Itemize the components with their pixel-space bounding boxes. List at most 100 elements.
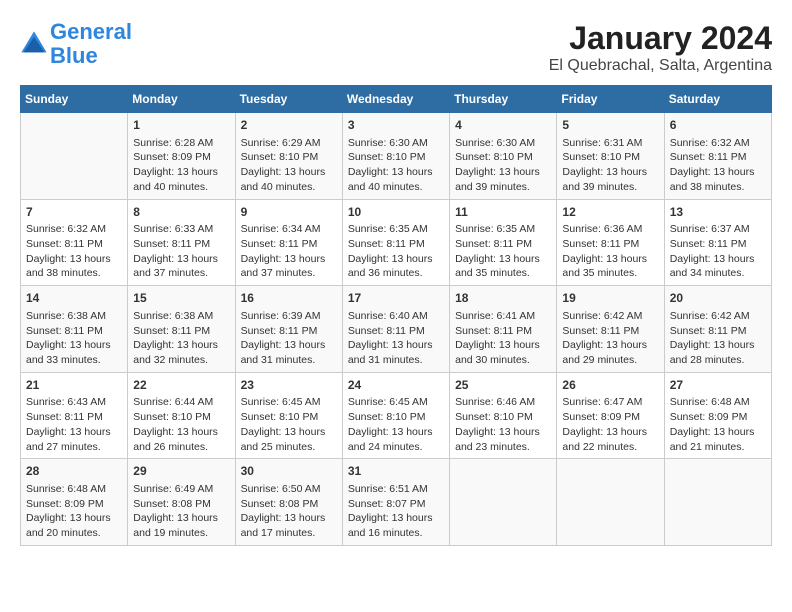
day-number: 8 (133, 204, 229, 221)
title-block: January 2024 El Quebrachal, Salta, Argen… (549, 20, 772, 75)
calendar-week-row: 1 Sunrise: 6:28 AM Sunset: 8:09 PM Daylig… (21, 113, 772, 200)
calendar-cell (557, 459, 664, 546)
day-number: 14 (26, 290, 122, 307)
calendar-body: 1 Sunrise: 6:28 AM Sunset: 8:09 PM Daylig… (21, 113, 772, 546)
calendar-cell: 20 Sunrise: 6:42 AM Sunset: 8:11 PM Dayli… (664, 286, 771, 373)
day-info: Sunrise: 6:51 AM Sunset: 8:07 PM Dayligh… (348, 482, 444, 541)
day-info: Sunrise: 6:29 AM Sunset: 8:10 PM Dayligh… (241, 136, 337, 195)
day-info: Sunrise: 6:46 AM Sunset: 8:10 PM Dayligh… (455, 395, 551, 454)
day-info: Sunrise: 6:32 AM Sunset: 8:11 PM Dayligh… (26, 222, 122, 281)
day-info: Sunrise: 6:32 AM Sunset: 8:11 PM Dayligh… (670, 136, 766, 195)
day-info: Sunrise: 6:35 AM Sunset: 8:11 PM Dayligh… (455, 222, 551, 281)
logo: General Blue (20, 20, 132, 68)
weekday-header: Friday (557, 86, 664, 113)
day-info: Sunrise: 6:47 AM Sunset: 8:09 PM Dayligh… (562, 395, 658, 454)
day-info: Sunrise: 6:40 AM Sunset: 8:11 PM Dayligh… (348, 309, 444, 368)
calendar-cell: 10Sunrise: 6:35 AM Sunset: 8:11 PM Dayli… (342, 199, 449, 286)
day-info: Sunrise: 6:45 AM Sunset: 8:10 PM Dayligh… (241, 395, 337, 454)
day-info: Sunrise: 6:48 AM Sunset: 8:09 PM Dayligh… (26, 482, 122, 541)
calendar-cell: 7Sunrise: 6:32 AM Sunset: 8:11 PM Daylig… (21, 199, 128, 286)
calendar-cell: 12Sunrise: 6:36 AM Sunset: 8:11 PM Dayli… (557, 199, 664, 286)
calendar-cell: 31Sunrise: 6:51 AM Sunset: 8:07 PM Dayli… (342, 459, 449, 546)
calendar-table: SundayMondayTuesdayWednesdayThursdayFrid… (20, 85, 772, 546)
calendar-cell: 15 Sunrise: 6:38 AM Sunset: 8:11 PM Dayli… (128, 286, 235, 373)
day-info: Sunrise: 6:38 AM Sunset: 8:11 PM Dayligh… (26, 309, 122, 368)
day-number: 7 (26, 204, 122, 221)
calendar-cell: 29Sunrise: 6:49 AM Sunset: 8:08 PM Dayli… (128, 459, 235, 546)
calendar-cell: 11Sunrise: 6:35 AM Sunset: 8:11 PM Dayli… (450, 199, 557, 286)
day-number: 2 (241, 117, 337, 134)
calendar-cell: 17 Sunrise: 6:40 AM Sunset: 8:11 PM Dayli… (342, 286, 449, 373)
calendar-cell (450, 459, 557, 546)
day-info: Sunrise: 6:36 AM Sunset: 8:11 PM Dayligh… (562, 222, 658, 281)
weekday-header: Sunday (21, 86, 128, 113)
day-number: 23 (241, 377, 337, 394)
day-number: 24 (348, 377, 444, 394)
day-number: 22 (133, 377, 229, 394)
calendar-cell: 22Sunrise: 6:44 AM Sunset: 8:10 PM Dayli… (128, 372, 235, 459)
calendar-header-row: SundayMondayTuesdayWednesdayThursdayFrid… (21, 86, 772, 113)
calendar-cell: 4Sunrise: 6:30 AM Sunset: 8:10 PM Daylig… (450, 113, 557, 200)
calendar-week-row: 28 Sunrise: 6:48 AM Sunset: 8:09 PM Dayli… (21, 459, 772, 546)
calendar-cell: 13Sunrise: 6:37 AM Sunset: 8:11 PM Dayli… (664, 199, 771, 286)
day-number: 15 (133, 290, 229, 307)
weekday-header: Wednesday (342, 86, 449, 113)
logo-text: General Blue (50, 20, 132, 68)
day-info: Sunrise: 6:43 AM Sunset: 8:11 PM Dayligh… (26, 395, 122, 454)
calendar-week-row: 21Sunrise: 6:43 AM Sunset: 8:11 PM Dayli… (21, 372, 772, 459)
day-number: 26 (562, 377, 658, 394)
calendar-cell: 6 Sunrise: 6:32 AM Sunset: 8:11 PM Daylig… (664, 113, 771, 200)
weekday-header: Thursday (450, 86, 557, 113)
day-number: 17 (348, 290, 444, 307)
calendar-cell: 25Sunrise: 6:46 AM Sunset: 8:10 PM Dayli… (450, 372, 557, 459)
day-info: Sunrise: 6:41 AM Sunset: 8:11 PM Dayligh… (455, 309, 551, 368)
calendar-cell: 26Sunrise: 6:47 AM Sunset: 8:09 PM Dayli… (557, 372, 664, 459)
day-info: Sunrise: 6:42 AM Sunset: 8:11 PM Dayligh… (670, 309, 766, 368)
day-number: 10 (348, 204, 444, 221)
day-number: 6 (670, 117, 766, 134)
day-info: Sunrise: 6:44 AM Sunset: 8:10 PM Dayligh… (133, 395, 229, 454)
page-title: January 2024 (549, 20, 772, 57)
day-number: 19 (562, 290, 658, 307)
calendar-cell: 24Sunrise: 6:45 AM Sunset: 8:10 PM Dayli… (342, 372, 449, 459)
calendar-cell: 23Sunrise: 6:45 AM Sunset: 8:10 PM Dayli… (235, 372, 342, 459)
day-number: 1 (133, 117, 229, 134)
weekday-header: Tuesday (235, 86, 342, 113)
day-number: 27 (670, 377, 766, 394)
calendar-cell: 9Sunrise: 6:34 AM Sunset: 8:11 PM Daylig… (235, 199, 342, 286)
calendar-cell: 5 Sunrise: 6:31 AM Sunset: 8:10 PM Daylig… (557, 113, 664, 200)
calendar-cell: 2 Sunrise: 6:29 AM Sunset: 8:10 PM Daylig… (235, 113, 342, 200)
day-number: 13 (670, 204, 766, 221)
calendar-cell: 19Sunrise: 6:42 AM Sunset: 8:11 PM Dayli… (557, 286, 664, 373)
day-number: 4 (455, 117, 551, 134)
day-number: 25 (455, 377, 551, 394)
day-number: 20 (670, 290, 766, 307)
day-info: Sunrise: 6:35 AM Sunset: 8:11 PM Dayligh… (348, 222, 444, 281)
calendar-week-row: 14 Sunrise: 6:38 AM Sunset: 8:11 PM Dayli… (21, 286, 772, 373)
day-number: 12 (562, 204, 658, 221)
page-subtitle: El Quebrachal, Salta, Argentina (549, 57, 772, 75)
day-info: Sunrise: 6:37 AM Sunset: 8:11 PM Dayligh… (670, 222, 766, 281)
calendar-cell: 8Sunrise: 6:33 AM Sunset: 8:11 PM Daylig… (128, 199, 235, 286)
day-number: 29 (133, 463, 229, 480)
day-info: Sunrise: 6:34 AM Sunset: 8:11 PM Dayligh… (241, 222, 337, 281)
calendar-week-row: 7Sunrise: 6:32 AM Sunset: 8:11 PM Daylig… (21, 199, 772, 286)
day-info: Sunrise: 6:45 AM Sunset: 8:10 PM Dayligh… (348, 395, 444, 454)
day-info: Sunrise: 6:31 AM Sunset: 8:10 PM Dayligh… (562, 136, 658, 195)
day-number: 16 (241, 290, 337, 307)
calendar-cell: 1 Sunrise: 6:28 AM Sunset: 8:09 PM Daylig… (128, 113, 235, 200)
calendar-cell (664, 459, 771, 546)
calendar-cell (21, 113, 128, 200)
day-number: 5 (562, 117, 658, 134)
calendar-cell: 28 Sunrise: 6:48 AM Sunset: 8:09 PM Dayli… (21, 459, 128, 546)
day-info: Sunrise: 6:39 AM Sunset: 8:11 PM Dayligh… (241, 309, 337, 368)
day-number: 9 (241, 204, 337, 221)
day-info: Sunrise: 6:28 AM Sunset: 8:09 PM Dayligh… (133, 136, 229, 195)
day-number: 30 (241, 463, 337, 480)
day-number: 28 (26, 463, 122, 480)
day-number: 18 (455, 290, 551, 307)
day-info: Sunrise: 6:38 AM Sunset: 8:11 PM Dayligh… (133, 309, 229, 368)
day-info: Sunrise: 6:50 AM Sunset: 8:08 PM Dayligh… (241, 482, 337, 541)
day-number: 3 (348, 117, 444, 134)
calendar-cell: 3Sunrise: 6:30 AM Sunset: 8:10 PM Daylig… (342, 113, 449, 200)
